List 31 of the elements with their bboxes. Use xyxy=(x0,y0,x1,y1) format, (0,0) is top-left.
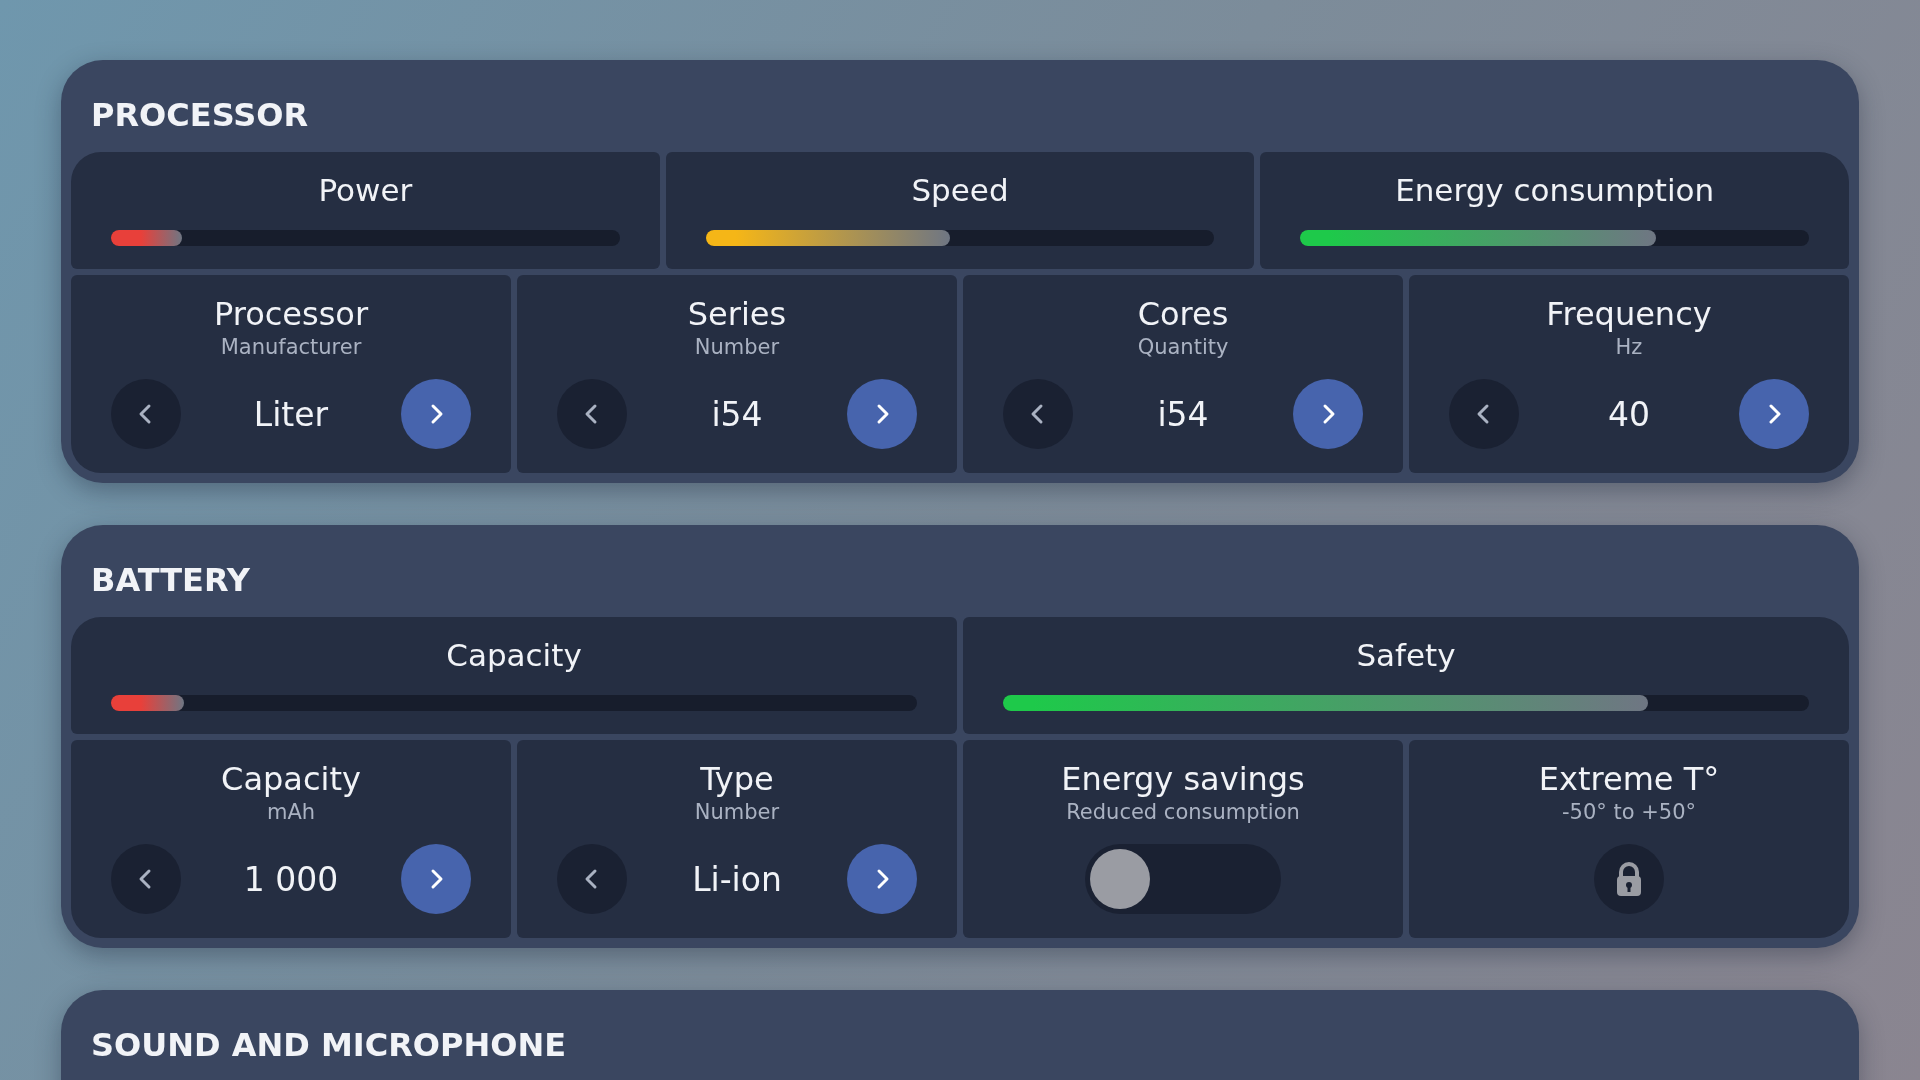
section-title: PROCESSOR xyxy=(91,96,309,134)
meter-label: Speed xyxy=(911,172,1009,208)
control-subtitle: Hz xyxy=(1615,335,1643,359)
value-text: Li-ion xyxy=(692,859,782,899)
control-subtitle: Number xyxy=(694,800,780,824)
control-title: Cores xyxy=(1137,295,1229,333)
value-text: i54 xyxy=(1157,394,1209,434)
meter-label: Capacity xyxy=(446,637,582,673)
value-text: Liter xyxy=(253,394,329,434)
control-subtitle: Manufacturer xyxy=(220,335,362,359)
control-subtitle: Reduced consumption xyxy=(1066,800,1300,824)
control-title: Type xyxy=(700,760,774,798)
control-subtitle: Quantity xyxy=(1137,335,1229,359)
value-text: 40 xyxy=(1608,394,1650,434)
control-title: Series xyxy=(687,295,787,333)
control-subtitle: -50° to +50° xyxy=(1561,800,1697,824)
value-text: 1 000 xyxy=(243,859,339,899)
control-title: Processor xyxy=(213,295,369,333)
control-title: Energy savings xyxy=(1061,760,1305,798)
meter-label: Safety xyxy=(1356,637,1456,673)
control-title: Frequency xyxy=(1546,295,1712,333)
control-title: Capacity xyxy=(221,760,361,798)
control-subtitle: mAh xyxy=(266,800,316,824)
control-subtitle: Number xyxy=(694,335,780,359)
control-title: Extreme T° xyxy=(1538,760,1720,798)
meter-label: Power xyxy=(318,172,413,208)
meter-label: Energy consumption xyxy=(1395,172,1715,208)
value-text: i54 xyxy=(711,394,763,434)
padlock-icon xyxy=(1614,861,1644,897)
section-title: SOUND AND MICROPHONE xyxy=(91,1026,567,1064)
section-title: BATTERY xyxy=(91,561,250,599)
